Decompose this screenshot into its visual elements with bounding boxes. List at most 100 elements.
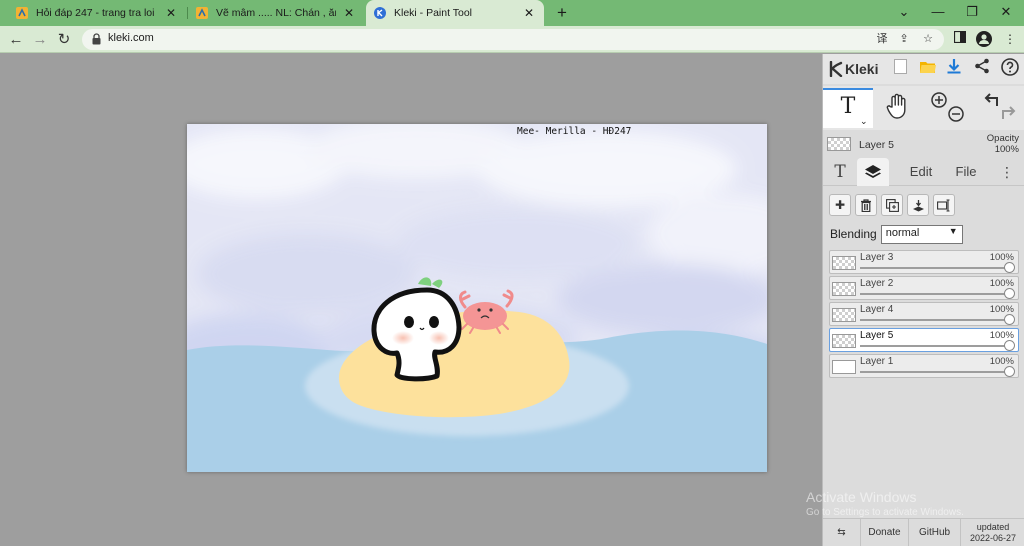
side-panel-icon[interactable]: [951, 30, 969, 49]
layer-row-layer-2[interactable]: Layer 2 100%: [829, 276, 1019, 300]
layer-opacity-track[interactable]: [860, 319, 1008, 321]
layer-row-layer-4[interactable]: Layer 4 100%: [829, 302, 1019, 326]
share-page-icon[interactable]: ⇪: [896, 32, 912, 48]
layer-opacity-slider-handle[interactable]: [1004, 314, 1015, 325]
layer-name: Layer 4: [860, 304, 894, 315]
layer-name: Layer 5: [860, 330, 894, 341]
windows-activation-title: Activate Windows: [806, 489, 917, 505]
delete-layer-button[interactable]: [855, 194, 877, 216]
hand-tool-button[interactable]: [885, 92, 913, 122]
tab-file[interactable]: File: [949, 158, 983, 186]
undo-redo-buttons[interactable]: [981, 90, 1021, 124]
help-icon[interactable]: [999, 58, 1021, 80]
hoidap-favicon-icon: [196, 7, 208, 19]
close-tab-icon[interactable]: ✕: [522, 6, 536, 20]
layer-opacity-track[interactable]: [860, 345, 1008, 347]
tab-layers[interactable]: [857, 158, 889, 186]
hoidap-favicon-icon: [16, 7, 28, 19]
layer-opacity-slider-handle[interactable]: [1004, 366, 1015, 377]
kleki-logo-icon: [829, 61, 843, 77]
rename-layer-button[interactable]: [933, 194, 955, 216]
text-tool-button[interactable]: T ⌄: [823, 88, 873, 128]
more-options-icon[interactable]: ⋮: [999, 158, 1015, 186]
blending-select[interactable]: normal ▼: [880, 224, 963, 244]
layer-thumbnail: [832, 360, 856, 374]
layer-thumbnail: [832, 308, 856, 322]
forward-arrow-icon[interactable]: →: [29, 29, 51, 51]
tab-text-tool[interactable]: T: [829, 158, 851, 186]
profile-avatar-icon[interactable]: [975, 31, 993, 49]
layer-row-layer-1[interactable]: Layer 1 100%: [829, 354, 1019, 378]
canvas-credit-text: Mee- Merilla - HĐ247: [517, 126, 632, 137]
updated-label: updated: [976, 522, 1010, 532]
layer-row-layer-5[interactable]: Layer 5 100%: [829, 328, 1019, 352]
translate-icon[interactable]: 译: [874, 32, 890, 48]
layer-opacity-track[interactable]: [860, 267, 1008, 269]
minimize-icon[interactable]: —: [920, 0, 956, 26]
add-layer-button[interactable]: ✚: [829, 194, 851, 216]
text-tool-icon: T: [840, 94, 856, 119]
trash-icon: [861, 199, 871, 213]
address-bar[interactable]: kleki.com 译 ⇪ ☆: [82, 29, 944, 50]
open-folder-icon[interactable]: [917, 58, 939, 80]
zoom-out-icon: [948, 106, 964, 122]
canvas-workspace[interactable]: Mee- Merilla - HĐ247: [0, 54, 822, 546]
layer-opacity-slider-handle[interactable]: [1004, 340, 1015, 351]
rename-icon: [937, 199, 950, 212]
close-tab-icon[interactable]: ✕: [164, 6, 178, 20]
layer-thumbnail: [832, 334, 856, 348]
active-layer-thumbnail: [827, 137, 851, 151]
browser-tab-vemam[interactable]: Vẽ mâm ..... NL: Chán , ăn bắp kẹo ✕: [188, 0, 364, 26]
new-image-icon[interactable]: [889, 58, 911, 80]
tab-search-chevron-icon[interactable]: ⌄: [886, 0, 922, 26]
blending-value: normal: [885, 226, 920, 239]
close-window-icon[interactable]: ✕: [988, 0, 1024, 26]
github-link[interactable]: GitHub: [909, 519, 961, 546]
browser-tab-strip: Hỏi đáp 247 - trang tra loi ✕ Vẽ mâm ...…: [0, 0, 1024, 26]
tab-edit[interactable]: Edit: [901, 158, 941, 186]
download-icon[interactable]: [943, 58, 965, 80]
tab-title: Hỏi đáp 247 - trang tra loi: [36, 7, 155, 19]
app-name: Kleki: [845, 61, 879, 77]
layer-opacity-slider-handle[interactable]: [1004, 288, 1015, 299]
new-tab-button[interactable]: +: [552, 3, 572, 23]
tab-title: Vẽ mâm ..... NL: Chán , ăn bắp kẹo: [216, 7, 336, 19]
merge-down-icon: [912, 200, 924, 212]
kleki-favicon-icon: [374, 7, 386, 19]
browser-tab-hoidap[interactable]: Hỏi đáp 247 - trang tra loi ✕: [8, 0, 186, 26]
layer-row-layer-3[interactable]: Layer 3 100%: [829, 250, 1019, 274]
donate-link[interactable]: Donate: [861, 519, 909, 546]
windows-activation-subtitle: Go to Settings to activate Windows.: [806, 507, 964, 518]
url-text: kleki.com: [108, 32, 154, 44]
panel-header: Kleki: [823, 54, 1024, 84]
close-tab-icon[interactable]: ✕: [342, 6, 356, 20]
back-arrow-icon[interactable]: ←: [5, 29, 27, 51]
duplicate-layer-button[interactable]: [881, 194, 903, 216]
kleki-side-panel: Kleki T ⌄ Layer 5 Opacity 100% T Edit Fi…: [822, 54, 1024, 546]
opacity-label: Opacity: [986, 133, 1019, 144]
panel-footer: ⇆ Donate GitHub updated 2022-06-27: [823, 518, 1024, 546]
share-icon[interactable]: [971, 58, 993, 80]
browser-tab-kleki[interactable]: Kleki - Paint Tool ✕: [366, 0, 544, 26]
layer-name: Layer 3: [860, 252, 894, 263]
layer-opacity-track[interactable]: [860, 371, 1008, 373]
updated-date: 2022-06-27: [969, 533, 1017, 543]
layer-opacity-track[interactable]: [860, 293, 1008, 295]
active-layer-name: Layer 5: [859, 139, 895, 151]
swap-side-button[interactable]: ⇆: [823, 519, 861, 546]
panel-tabs: T Edit File ⋮: [823, 158, 1024, 186]
layer-name: Layer 2: [860, 278, 894, 289]
merge-down-button[interactable]: [907, 194, 929, 216]
reload-icon[interactable]: ↻: [53, 29, 75, 51]
zoom-buttons[interactable]: [928, 90, 968, 124]
bookmark-star-icon[interactable]: ☆: [920, 32, 936, 48]
layers-icon: [865, 165, 881, 178]
redo-icon: [1002, 106, 1016, 119]
restore-icon[interactable]: ❐: [954, 0, 990, 26]
drawing-canvas[interactable]: Mee- Merilla - HĐ247: [187, 124, 767, 472]
layer-opacity-slider-handle[interactable]: [1004, 262, 1015, 273]
chevron-down-icon[interactable]: ⌄: [860, 116, 868, 127]
browser-menu-icon[interactable]: ⋮: [1001, 31, 1019, 49]
browser-toolbar: ← → ↻ kleki.com 译 ⇪ ☆ ⋮: [0, 26, 1024, 53]
layer-thumbnail: [832, 282, 856, 296]
